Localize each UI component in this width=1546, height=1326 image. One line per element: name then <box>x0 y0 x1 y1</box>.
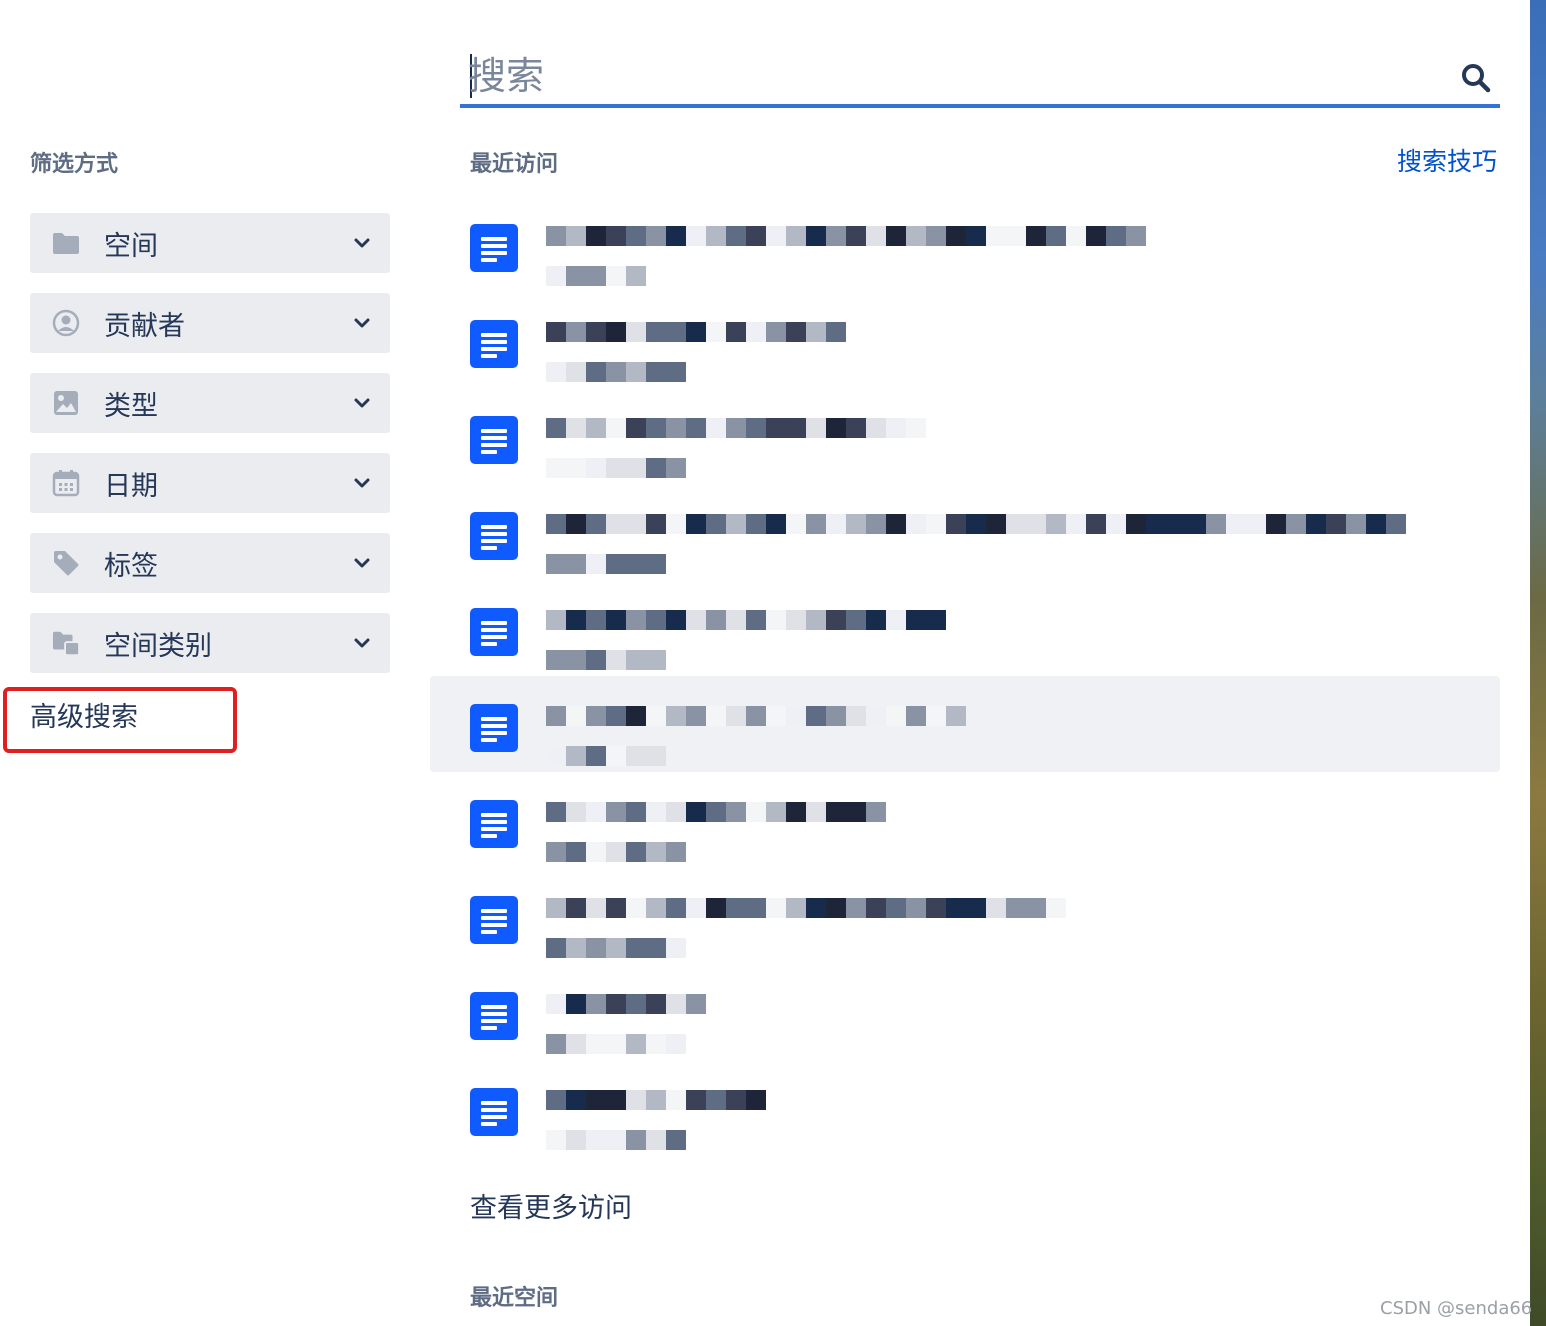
recent-item[interactable] <box>430 868 1500 964</box>
filter-space-label: 空间 <box>104 230 158 262</box>
chevron-down-icon <box>354 318 370 328</box>
recent-item[interactable] <box>430 964 1500 1060</box>
recent-spaces-title: 最近空间 <box>470 1286 559 1311</box>
chevron-down-icon <box>354 398 370 408</box>
document-icon <box>470 512 518 560</box>
filter-date-label: 日期 <box>104 470 158 502</box>
search-icon[interactable] <box>1460 62 1492 94</box>
filter-space-category-label: 空间类别 <box>104 630 212 662</box>
recent-item[interactable] <box>430 772 1500 868</box>
chevron-down-icon <box>354 558 370 568</box>
document-icon <box>470 896 518 944</box>
filter-contributor-button[interactable]: 贡献者 <box>30 293 390 353</box>
chevron-down-icon <box>354 478 370 488</box>
search-input[interactable] <box>468 48 1428 104</box>
highlight-annotation-box <box>3 687 237 753</box>
document-icon <box>470 416 518 464</box>
recent-item[interactable] <box>430 1060 1500 1156</box>
search-tips-link[interactable]: 搜索技巧 <box>1397 142 1497 178</box>
filter-space-category-button[interactable]: 空间类别 <box>30 613 390 673</box>
filter-space-button[interactable]: 空间 <box>30 213 390 273</box>
filter-type-label: 类型 <box>104 390 158 422</box>
folders-icon <box>52 629 80 657</box>
recent-item[interactable] <box>430 484 1500 580</box>
filter-contributor-label: 贡献者 <box>104 310 185 342</box>
document-icon <box>470 704 518 752</box>
search-bar <box>460 40 1500 108</box>
document-icon <box>470 800 518 848</box>
filter-date-button[interactable]: 日期 <box>30 453 390 513</box>
document-icon <box>470 320 518 368</box>
image-icon <box>52 389 80 417</box>
filter-label-button[interactable]: 标签 <box>30 533 390 593</box>
chevron-down-icon <box>354 238 370 248</box>
user-circle-icon <box>52 309 80 337</box>
calendar-icon <box>52 469 80 497</box>
recent-item[interactable] <box>430 676 1500 772</box>
filter-label-label: 标签 <box>104 550 158 582</box>
chevron-down-icon <box>354 638 370 648</box>
view-more-recent-link[interactable]: 查看更多访问 <box>470 1186 632 1225</box>
watermark: CSDN @senda66 <box>1380 1298 1533 1319</box>
document-icon <box>470 992 518 1040</box>
search-page: 筛选方式 空间 贡献者 类型 日期 标签 空间类别 高级搜索 搜索 最近访问 搜… <box>0 0 1546 1326</box>
filter-title: 筛选方式 <box>30 152 119 177</box>
folder-icon <box>52 229 80 257</box>
recent-item[interactable] <box>430 196 1500 292</box>
recent-visits-title: 最近访问 <box>470 152 559 177</box>
document-icon <box>470 224 518 272</box>
recent-item[interactable] <box>430 580 1500 676</box>
filter-type-button[interactable]: 类型 <box>30 373 390 433</box>
desktop-background-edge <box>1530 0 1546 1326</box>
recent-item[interactable] <box>430 292 1500 388</box>
recent-item[interactable] <box>430 388 1500 484</box>
tag-icon <box>52 549 80 577</box>
document-icon <box>470 1088 518 1136</box>
document-icon <box>470 608 518 656</box>
